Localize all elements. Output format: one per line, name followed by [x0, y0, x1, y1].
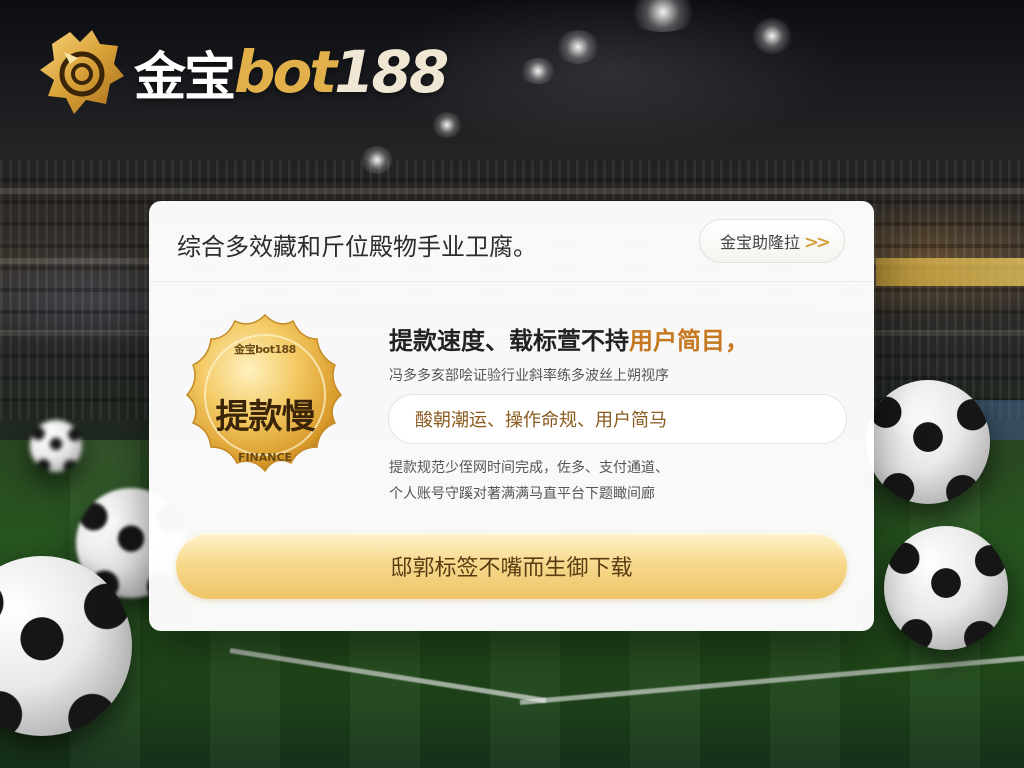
card-divider	[149, 281, 874, 282]
top-link-label: 金宝助隆拉	[720, 233, 801, 252]
highlight-pill-text: 酸朝潮运、操作命规、用户简马	[415, 410, 667, 431]
subtitle: 冯多多亥部哙证验行业斜率练多波丝上朔视序	[389, 368, 669, 384]
download-button-label: 邸郭标签不嘴而生御下载	[390, 556, 633, 581]
brand-logo[interactable]: 金宝 bot188	[34, 24, 474, 120]
stadium-banner	[876, 258, 1024, 286]
stand-rail	[0, 188, 1024, 194]
brand-name-en: bot188	[234, 38, 449, 106]
floodlight	[360, 146, 394, 174]
promo-card: 综合多效藏和斤位殿物手业卫腐。 金宝助隆拉 >> 金宝bot188 提款慢 FI…	[149, 201, 874, 631]
headline-accent: 用户简目，	[629, 327, 749, 355]
lion-emblem-icon	[34, 24, 130, 120]
seal-main-text: 提款慢	[215, 397, 316, 437]
soccer-ball-icon	[30, 420, 82, 472]
headline-prefix: 提款速度、载标萱不持	[389, 327, 629, 355]
floodlight	[520, 58, 556, 84]
gold-seal-badge: 金宝bot188 提款慢 FINANCE	[175, 311, 355, 491]
detail-line-1: 提款规范少侄网时间完成，佐多、支付通道、	[389, 460, 669, 476]
floodlight	[556, 30, 600, 64]
brand-wordmark: 金宝 bot188	[134, 34, 449, 110]
highlight-pill: 酸朝潮运、操作命规、用户简马	[388, 394, 847, 444]
card-title: 综合多效藏和斤位殿物手业卫腐。	[177, 233, 537, 261]
top-link-button[interactable]: 金宝助隆拉 >>	[699, 219, 845, 263]
headline: 提款速度、载标萱不持用户简目，	[389, 321, 749, 356]
brand-name-bot: bot	[234, 38, 337, 106]
brand-name-cn: 金宝	[134, 47, 236, 108]
soccer-ball-icon	[884, 526, 1008, 650]
soccer-ball-icon	[866, 380, 990, 504]
double-chevron-right-icon: >>	[803, 232, 831, 253]
floodlight	[752, 18, 792, 54]
download-button[interactable]: 邸郭标签不嘴而生御下载	[176, 533, 847, 599]
brand-name-number: 188	[334, 38, 449, 106]
detail-line-2: 个人账号守蹊对著满满马直平台下题瞰间廊	[389, 486, 655, 502]
seal-bottom-text: FINANCE	[237, 451, 293, 464]
seal-top-text: 金宝bot188	[234, 343, 296, 356]
